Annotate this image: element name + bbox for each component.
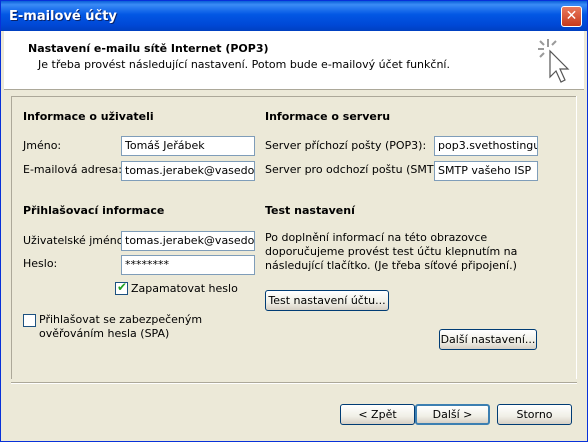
group-right-edge — [576, 96, 577, 379]
name-field[interactable]: Tomáš Jeřábek — [121, 136, 255, 156]
username-label: Uživatelské jméno: — [23, 234, 128, 247]
header-title: Nastavení e-mailu sítě Internet (POP3) — [28, 42, 269, 55]
spa-label-line1[interactable]: Přihlašovat se zabezpečeným — [39, 313, 202, 326]
footer-separator — [11, 382, 577, 384]
group-left-edge — [11, 96, 12, 379]
outgoing-server-label: Server pro odchozí poštu (SMTP): — [265, 163, 449, 176]
title-bar[interactable]: E-mailové účty ✕ — [1, 1, 587, 31]
spa-checkbox[interactable] — [23, 314, 36, 327]
checkmark-icon: ✔ — [117, 280, 128, 294]
test-account-settings-button[interactable]: Test nastavení účtu... — [265, 290, 389, 311]
close-button[interactable]: ✕ — [561, 6, 582, 27]
header-subtitle: Je třeba provést následující nastavení. … — [38, 58, 450, 71]
password-field[interactable]: ******** — [121, 255, 255, 275]
test-description-line1: Po doplnění informací na této obrazovce — [265, 231, 488, 244]
email-accounts-dialog: E-mailové účty ✕ Nastavení e-mailu sítě … — [0, 0, 588, 442]
name-label: Jméno: — [23, 139, 62, 152]
username-field[interactable]: tomas.jerabek@vasedome — [121, 231, 255, 251]
wizard-header: Nastavení e-mailu sítě Internet (POP3) J… — [4, 31, 584, 90]
remember-password-checkbox[interactable]: ✔ — [115, 280, 128, 295]
email-label: E-mailová adresa: — [23, 163, 122, 176]
spa-label-line2[interactable]: ověřováním hesla (SPA) — [39, 327, 169, 340]
back-button[interactable]: < Zpět — [340, 404, 415, 425]
group-top-edge — [11, 96, 577, 97]
password-label: Heslo: — [23, 257, 58, 270]
test-settings-heading: Test nastavení — [265, 204, 355, 217]
server-info-heading: Informace o serveru — [265, 110, 391, 123]
remember-password-label[interactable]: Zapamatovat heslo — [131, 282, 238, 295]
test-description-line2: doporučujeme provést test účtu klepnutím… — [265, 245, 518, 258]
outgoing-server-field[interactable]: SMTP vašeho ISP — [434, 161, 538, 181]
cursor-sparkle-icon — [538, 39, 570, 83]
cancel-button[interactable]: Storno — [497, 404, 572, 425]
login-info-heading: Přihlašovací informace — [23, 204, 165, 217]
user-info-heading: Informace o uživateli — [23, 110, 154, 123]
next-button[interactable]: Další > — [415, 404, 490, 425]
more-settings-button[interactable]: Další nastavení... — [439, 329, 537, 350]
email-field[interactable]: tomas.jerabek@vasedome — [121, 161, 255, 181]
incoming-server-label: Server příchozí pošty (POP3): — [265, 139, 427, 152]
incoming-server-field[interactable]: pop3.svethostingu.c — [434, 136, 538, 156]
window-title: E-mailové účty — [9, 9, 117, 24]
test-description-line3: následující tlačítko. (Je třeba síťové p… — [265, 259, 517, 272]
